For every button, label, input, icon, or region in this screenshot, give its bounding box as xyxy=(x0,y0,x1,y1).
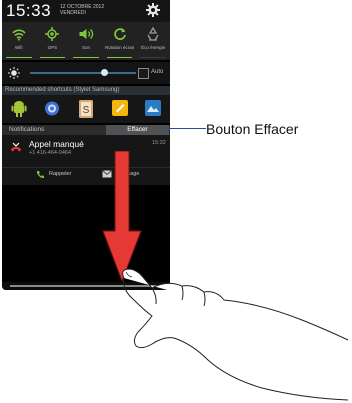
quick-settings-toggles: Wifi GPS Son Rotation écran Éco énergie xyxy=(2,22,170,60)
toggle-sound[interactable]: Son xyxy=(69,22,103,60)
notifications-header: Notifications Effacer xyxy=(2,125,170,135)
phone-icon xyxy=(37,171,44,178)
toggle-gps-label: GPS xyxy=(47,45,58,50)
notification-title: Appel manqué xyxy=(29,139,84,149)
svg-text:S: S xyxy=(83,105,90,116)
shortcuts-header: Recommended shortcuts (Stylet Samsung) xyxy=(2,86,170,95)
callout-line xyxy=(166,128,206,129)
toggle-sound-indicator xyxy=(73,56,99,58)
notification-time: 15:32 xyxy=(152,140,166,146)
status-bar: 15:33 12 OCTOBRE 2012 VENDREDI xyxy=(2,0,170,22)
toggle-rotation-indicator xyxy=(106,56,133,58)
shortcut-item[interactable] xyxy=(36,95,70,123)
shortcut-item[interactable] xyxy=(2,95,36,123)
toggle-gps[interactable]: GPS xyxy=(36,22,70,60)
android-app-icon xyxy=(11,100,27,123)
toggle-wifi[interactable]: Wifi xyxy=(2,22,36,60)
date-line2: VENDREDI xyxy=(60,10,86,16)
date: 12 OCTOBRE 2012 VENDREDI xyxy=(60,4,104,16)
notification-missed-call[interactable]: Appel manqué +1 416-464-0464 15:32 Rappe… xyxy=(2,135,170,185)
shortcuts-row: S xyxy=(2,95,170,123)
settings-app-icon xyxy=(44,100,61,122)
gear-icon[interactable] xyxy=(146,3,160,17)
s-note-icon: S xyxy=(78,100,93,123)
toggle-wifi-label: Wifi xyxy=(15,45,23,50)
callback-button[interactable]: Rappeler xyxy=(36,170,71,178)
notification-number: +1 416-464-0464 xyxy=(29,150,72,156)
shortcut-item[interactable] xyxy=(136,95,170,123)
brightness-control: Auto xyxy=(2,62,170,84)
notification-panel: 15:33 12 OCTOBRE 2012 VENDREDI Wifi GPS … xyxy=(2,0,170,290)
recycle-icon xyxy=(147,27,159,41)
memo-icon xyxy=(111,100,128,121)
brightness-icon xyxy=(8,67,20,79)
shortcut-item[interactable] xyxy=(103,95,137,123)
auto-brightness-label: Auto xyxy=(151,69,164,75)
wifi-icon xyxy=(12,29,26,41)
photo-app-icon xyxy=(145,100,162,121)
toggle-power-saving[interactable]: Éco énergie xyxy=(136,22,170,60)
toggle-rotation-label: Rotation écran xyxy=(104,45,135,50)
brightness-slider-handle[interactable] xyxy=(100,69,108,76)
toggle-sound-label: Son xyxy=(81,45,90,50)
toggle-gps-indicator xyxy=(39,56,66,58)
notification-actions: Rappeler Message xyxy=(2,167,170,182)
toggle-power-saving-indicator xyxy=(140,56,166,58)
gps-icon xyxy=(45,27,60,41)
missed-call-icon xyxy=(11,142,21,152)
toggle-rotation[interactable]: Rotation écran xyxy=(103,22,137,60)
notifications-title: Notifications xyxy=(9,126,45,133)
clock: 15:33 xyxy=(6,1,52,20)
sound-icon xyxy=(79,29,94,39)
clear-button[interactable]: Effacer xyxy=(106,125,169,135)
rotation-icon xyxy=(113,28,126,40)
callout-label: Bouton Effacer xyxy=(206,121,299,137)
callback-label: Rappeler xyxy=(49,171,72,177)
shortcut-item[interactable]: S xyxy=(69,95,103,123)
hand-gesture-icon xyxy=(122,268,349,401)
auto-brightness-checkbox[interactable] xyxy=(138,68,149,79)
brightness-slider[interactable] xyxy=(30,72,136,74)
toggle-power-saving-label: Éco énergie xyxy=(141,45,166,50)
toggle-wifi-indicator xyxy=(6,56,32,58)
